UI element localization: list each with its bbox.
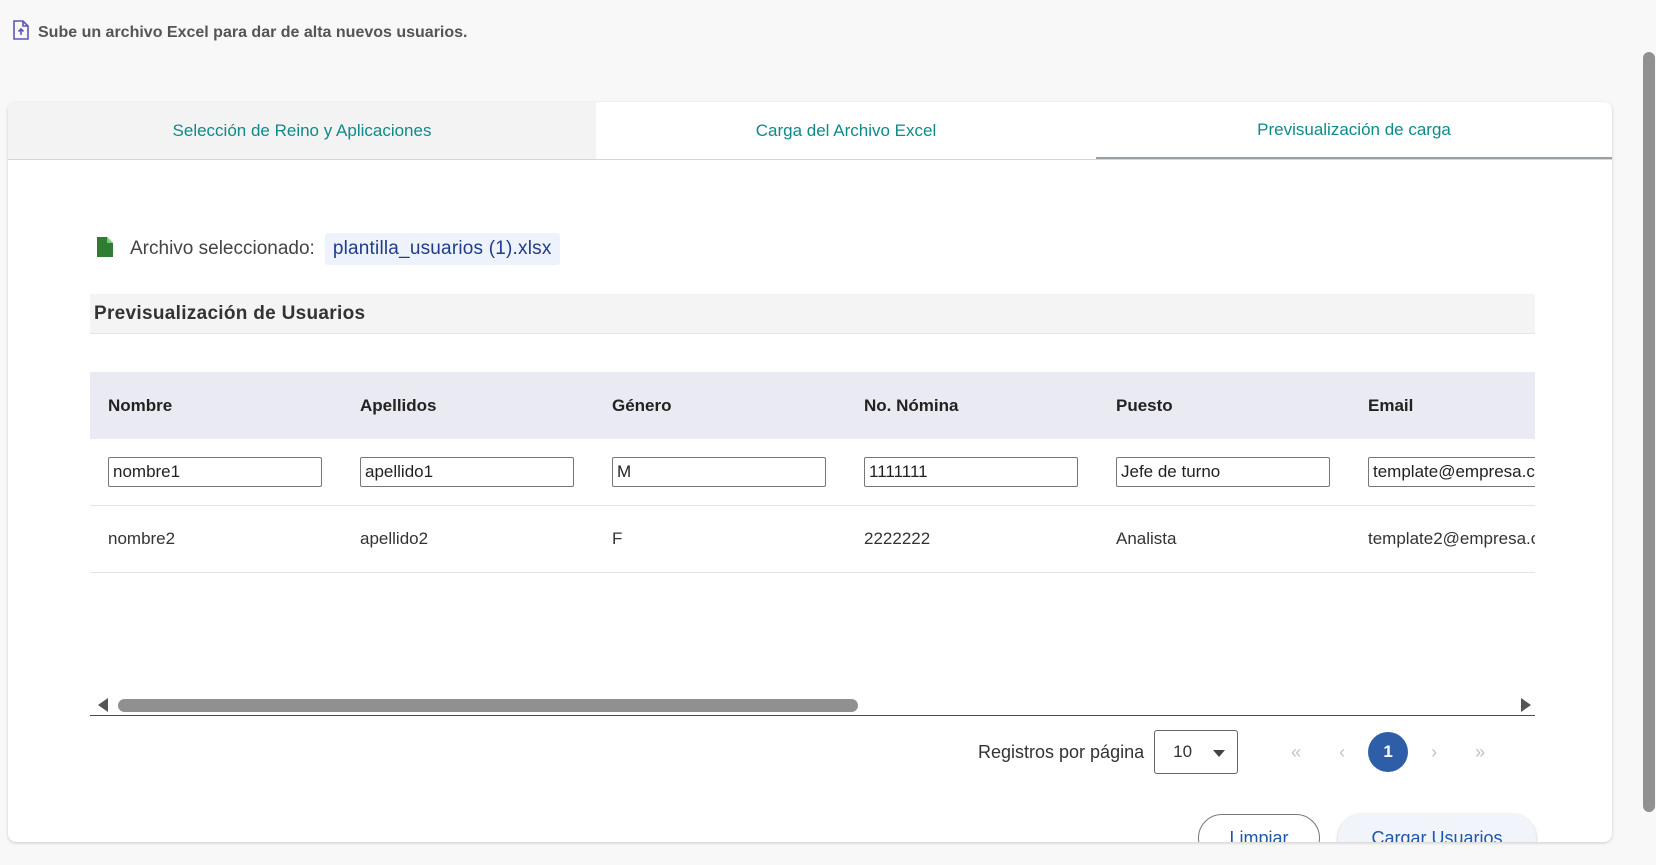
- table-row-editing: [90, 439, 1535, 506]
- rows-per-page-label: Registros por página: [978, 741, 1145, 762]
- file-upload-icon: [12, 20, 30, 45]
- horizontal-scrollbar[interactable]: [90, 694, 1535, 716]
- column-header-nomina[interactable]: No. Nómina: [846, 372, 1098, 439]
- cell-email: template2@empresa.com: [1368, 529, 1535, 548]
- horizontal-scroll-thumb[interactable]: [118, 699, 858, 712]
- page-1-button[interactable]: 1: [1368, 732, 1409, 772]
- nombre-input[interactable]: [108, 457, 322, 487]
- tab-upload-preview[interactable]: Previsualización de carga: [1096, 102, 1612, 159]
- vertical-scroll-thumb[interactable]: [1643, 52, 1655, 812]
- action-buttons: Limpiar Cargar Usuarios: [1198, 814, 1536, 842]
- vertical-scrollbar[interactable]: [1642, 52, 1656, 812]
- column-header-apellidos[interactable]: Apellidos: [342, 372, 594, 439]
- table-header-row: Nombre Apellidos Género No. Nómina Puest…: [90, 372, 1535, 439]
- cell-nombre: nombre2: [108, 529, 176, 548]
- cell-puesto: Analista: [1116, 529, 1177, 548]
- apellidos-input[interactable]: [360, 457, 574, 487]
- load-users-button[interactable]: Cargar Usuarios: [1338, 814, 1536, 842]
- pagination: Registros por página 10 « ‹ 1 › »: [978, 730, 1500, 774]
- puesto-input[interactable]: [1116, 457, 1330, 487]
- caret-down-icon: [1213, 749, 1226, 757]
- upload-card: Selección de Reino y Aplicaciones Carga …: [8, 102, 1612, 842]
- column-header-puesto[interactable]: Puesto: [1098, 372, 1350, 439]
- cell-apellidos: apellido2: [360, 529, 429, 548]
- section-title: Previsualización de Usuarios: [90, 294, 1535, 334]
- column-header-genero[interactable]: Género: [594, 372, 846, 439]
- column-header-nombre[interactable]: Nombre: [90, 372, 342, 439]
- tab-realm-apps[interactable]: Selección de Reino y Aplicaciones: [8, 102, 596, 159]
- scroll-left-icon[interactable]: [98, 698, 108, 712]
- selected-file-row: Archivo seleccionado: plantilla_usuarios…: [96, 232, 560, 266]
- selected-file-name: plantilla_usuarios (1).xlsx: [324, 233, 560, 265]
- file-icon: [96, 236, 130, 263]
- cell-nomina: 2222222: [864, 529, 931, 548]
- tab-bar: Selección de Reino y Aplicaciones Carga …: [8, 102, 1612, 160]
- scroll-right-icon[interactable]: [1521, 698, 1531, 712]
- rows-per-page-value: 10: [1173, 742, 1193, 761]
- genero-input[interactable]: [612, 457, 826, 487]
- cell-genero: F: [612, 529, 623, 548]
- nomina-input[interactable]: [864, 457, 1078, 487]
- prev-page-button[interactable]: ‹: [1322, 732, 1362, 772]
- column-header-email[interactable]: Email: [1350, 372, 1535, 439]
- clear-button[interactable]: Limpiar: [1198, 814, 1320, 842]
- selected-file-label: Archivo seleccionado:: [130, 238, 315, 259]
- email-input[interactable]: [1368, 457, 1535, 487]
- upload-hint-text: Sube un archivo Excel para dar de alta n…: [38, 23, 468, 41]
- preview-table: Nombre Apellidos Género No. Nómina Puest…: [90, 372, 1535, 618]
- first-page-button[interactable]: «: [1276, 732, 1316, 772]
- tab-excel-upload[interactable]: Carga del Archivo Excel: [596, 102, 1096, 159]
- rows-per-page-select[interactable]: 10: [1154, 730, 1239, 774]
- last-page-button[interactable]: »: [1460, 732, 1500, 772]
- table-row[interactable]: nombre2 apellido2 F 2222222 Analista tem…: [90, 506, 1535, 573]
- next-page-button[interactable]: ›: [1414, 732, 1454, 772]
- upload-hint: Sube un archivo Excel para dar de alta n…: [12, 20, 467, 45]
